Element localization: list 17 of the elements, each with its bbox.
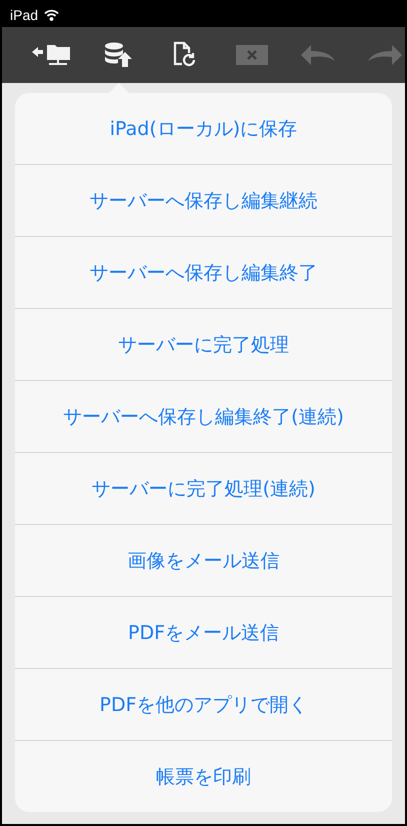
menu-item[interactable]: 画像をメール送信: [15, 524, 392, 596]
menu-item[interactable]: PDFを他のアプリで開く: [15, 668, 392, 740]
menu-item[interactable]: PDFをメール送信: [15, 596, 392, 668]
menu-item[interactable]: サーバーへ保存し編集終了(連続): [15, 380, 392, 452]
menu-item[interactable]: サーバーに完了処理: [15, 308, 392, 380]
menu-item[interactable]: サーバーへ保存し編集継続: [15, 164, 392, 236]
menu-item[interactable]: サーバーに完了処理(連続): [15, 452, 392, 524]
menu-item[interactable]: iPad(ローカル)に保存: [15, 93, 392, 164]
database-upload-icon: [104, 42, 134, 68]
menu-item[interactable]: サーバーへ保存し編集終了: [15, 236, 392, 308]
wifi-icon: [44, 8, 60, 20]
menu-item[interactable]: 帳票を印刷: [15, 740, 392, 812]
network-folder-icon: [32, 43, 72, 67]
device-name: iPad: [10, 6, 38, 22]
undo-icon: [301, 43, 336, 67]
delete-icon: [236, 45, 268, 65]
redo-icon: [368, 43, 402, 67]
